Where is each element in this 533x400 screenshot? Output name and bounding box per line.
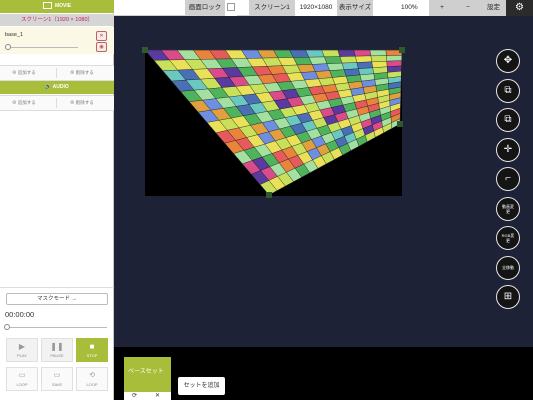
audio-delete-button[interactable]: ⊗ 削除する bbox=[70, 96, 94, 110]
timeline-track[interactable] bbox=[6, 327, 107, 328]
zoom-out-button[interactable]: − bbox=[455, 0, 481, 16]
fit-tool[interactable]: ⊞ bbox=[496, 285, 520, 309]
zoom-in-button[interactable]: + bbox=[429, 0, 455, 16]
timeline-handle[interactable] bbox=[4, 324, 10, 330]
play-icon: ▶ bbox=[18, 342, 26, 351]
corner-tool[interactable]: ⌐ bbox=[496, 167, 520, 191]
layer-row[interactable]: base_1 ✕ ◉ bbox=[0, 27, 114, 54]
corner-handle-bl[interactable] bbox=[266, 192, 272, 198]
loop-button-1[interactable]: ▭ LOOP bbox=[6, 367, 38, 391]
add-set-button[interactable]: セットを追加 bbox=[178, 377, 225, 395]
mesh-tile bbox=[369, 50, 387, 57]
screen-lock-label: 画面ロック bbox=[185, 0, 225, 16]
corner-icon: ⌐ bbox=[505, 173, 511, 184]
mesh-tile bbox=[370, 55, 387, 62]
stop-icon: ■ bbox=[89, 342, 95, 351]
stop-button[interactable]: ■ STOP bbox=[76, 338, 108, 362]
movie-delete-button[interactable]: ⊗ 削除する bbox=[70, 66, 94, 80]
mesh-tile bbox=[308, 56, 328, 65]
layer-name: base_1 bbox=[5, 32, 24, 38]
screen-select[interactable]: スクリーン1 bbox=[249, 0, 295, 16]
pause-icon: ❚❚ bbox=[50, 342, 64, 351]
pause-button[interactable]: ❚❚ PAUSE bbox=[41, 338, 73, 362]
refresh-icon[interactable]: ⟳ bbox=[132, 392, 137, 400]
rgb-change-tool[interactable]: RGB変更 bbox=[496, 226, 520, 250]
move-tool[interactable]: ✥ bbox=[496, 49, 520, 73]
mesh-tile bbox=[324, 56, 343, 64]
timecode: 00:00:00 bbox=[5, 310, 35, 319]
mesh-tile bbox=[355, 55, 372, 63]
fit-icon: ⊞ bbox=[503, 291, 513, 302]
resolution-value: 1920×1080 bbox=[295, 0, 337, 16]
left-panel: MOVIE スクリーン1（1920 × 1080） base_1 ✕ ◉ ⊕ 追… bbox=[0, 0, 114, 400]
mesh-tile bbox=[341, 62, 359, 70]
movie-add-row: ⊕ 追加する ⊗ 削除する bbox=[0, 65, 114, 81]
audio-add-button[interactable]: ⊕ 追加する bbox=[12, 96, 36, 110]
base-set-label: ベースセット bbox=[128, 369, 164, 375]
play-button[interactable]: ▶ PLAY bbox=[6, 338, 38, 362]
close-icon[interactable]: ✕ bbox=[155, 392, 160, 400]
mask-mode-button[interactable]: マスクモード → bbox=[6, 293, 108, 305]
mesh-tile bbox=[337, 50, 356, 57]
save-icon: ▭ bbox=[53, 372, 61, 379]
loop-all-icon: ⟲ bbox=[89, 372, 95, 379]
film-icon bbox=[42, 2, 52, 10]
loop-icon: ▭ bbox=[18, 372, 26, 379]
corner-handle-br[interactable] bbox=[397, 121, 403, 127]
loop-button-2[interactable]: ⟲ LOOP bbox=[76, 367, 108, 391]
screen-lock-checkbox[interactable] bbox=[225, 0, 237, 16]
mesh-tile bbox=[356, 61, 373, 69]
mesh-tile bbox=[386, 55, 402, 62]
rgb-change-tool-label: RGB変更 bbox=[501, 233, 515, 243]
layer-slider-handle[interactable] bbox=[5, 44, 11, 50]
save-button[interactable]: ▭ SAVE bbox=[41, 367, 73, 391]
mute-icon[interactable]: ✕ bbox=[96, 31, 107, 41]
rotate-tool[interactable]: ⧉ bbox=[496, 108, 520, 132]
mesh-tile bbox=[326, 62, 345, 71]
zoom-value[interactable]: 100% bbox=[373, 0, 429, 16]
video-change-tool[interactable]: 動画変更 bbox=[496, 196, 520, 221]
corner-handle-tr[interactable] bbox=[399, 47, 405, 53]
mesh-tile bbox=[339, 56, 358, 64]
crosshair-icon: ✛ bbox=[503, 143, 513, 155]
base-set-card[interactable]: ベースセット ⟳ ✕ bbox=[124, 357, 171, 400]
movie-header: MOVIE bbox=[0, 0, 114, 13]
gear-icon[interactable]: ⚙ bbox=[506, 0, 533, 16]
settings-button[interactable]: 設定 bbox=[481, 0, 506, 16]
set-bar bbox=[114, 347, 533, 400]
audio-add-row: ⊕ 追加する ⊗ 削除する bbox=[0, 95, 114, 111]
corner-handle-tl[interactable] bbox=[142, 47, 148, 53]
layer-slider-track[interactable] bbox=[6, 47, 78, 48]
mesh-tile bbox=[305, 50, 325, 58]
mesh-tile bbox=[311, 63, 330, 72]
mesh-tile bbox=[371, 61, 388, 68]
movie-add-button[interactable]: ⊕ 追加する bbox=[12, 66, 36, 80]
move-arrows-icon: ✥ bbox=[503, 55, 513, 66]
audio-header: 🔊 AUDIO bbox=[0, 81, 114, 94]
mesh-tile bbox=[353, 50, 372, 57]
eye-off-icon[interactable]: ◉ bbox=[96, 42, 107, 52]
full-move-tool-label: 全移動 bbox=[502, 265, 514, 270]
screen-title[interactable]: スクリーン1（1920 × 1080） bbox=[0, 14, 114, 26]
scale-icon: ⧉ bbox=[504, 84, 512, 96]
display-size-label: 表示サイズ bbox=[337, 0, 373, 16]
mesh-tile bbox=[321, 50, 341, 58]
warped-checker-mesh[interactable] bbox=[114, 16, 533, 347]
point-tool[interactable]: ✛ bbox=[496, 137, 520, 162]
scale-tool[interactable]: ⧉ bbox=[496, 78, 520, 103]
mesh-tile bbox=[386, 60, 402, 67]
full-move-tool[interactable]: 全移動 bbox=[496, 255, 520, 280]
speaker-icon: 🔊 bbox=[45, 84, 53, 90]
video-change-tool-label: 動画変更 bbox=[502, 203, 514, 214]
top-toolbar: 画面ロック スクリーン1 1920×1080 表示サイズ 100% + − 設定… bbox=[114, 0, 533, 16]
rotate-icon: ⧉ bbox=[504, 114, 512, 125]
